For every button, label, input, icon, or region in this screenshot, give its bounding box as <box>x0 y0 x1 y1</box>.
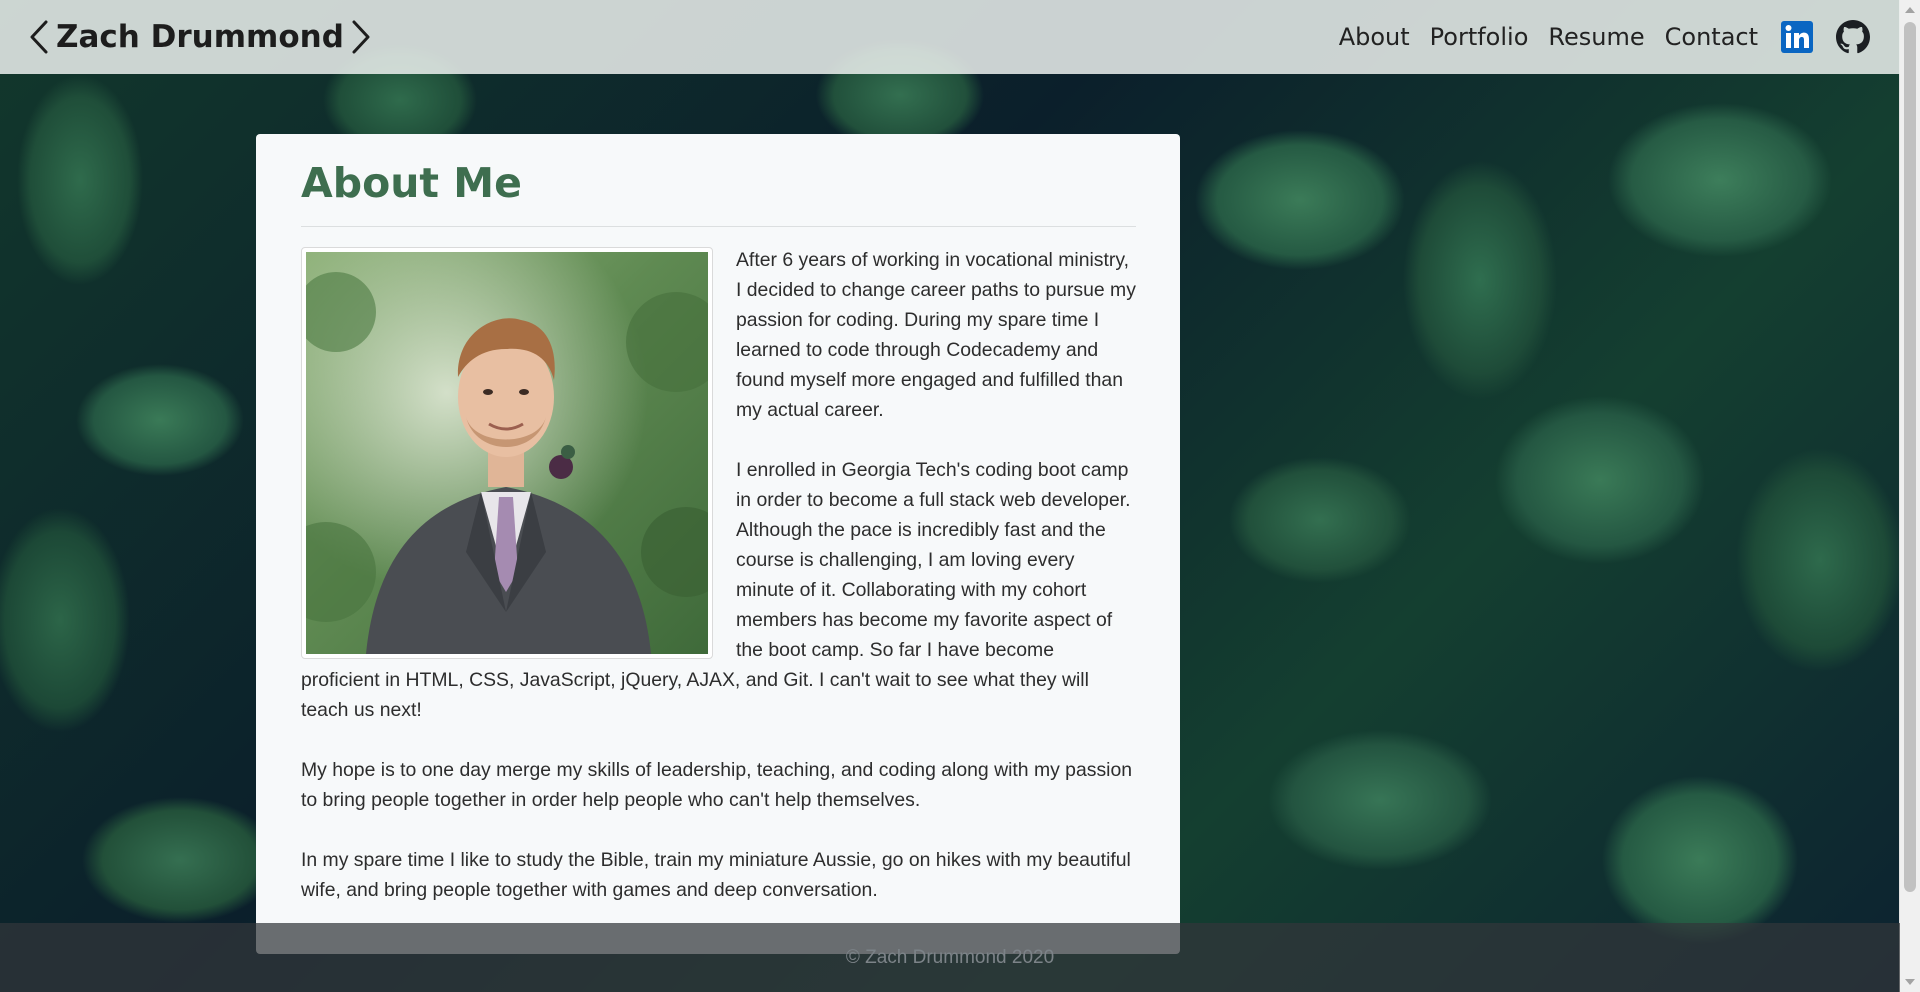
scroll-thumb[interactable] <box>1904 22 1916 892</box>
footer-copyright: © Zach Drummond 2020 <box>845 946 1055 968</box>
navbar: Zach Drummond About Portfolio Resume Con… <box>0 0 1900 74</box>
chevron-left-icon <box>30 20 48 54</box>
nav-about[interactable]: About <box>1339 23 1410 51</box>
about-paragraph-3: My hope is to one day merge my skills of… <box>301 759 1133 812</box>
profile-photo <box>276 247 731 660</box>
linkedin-icon <box>1781 21 1813 53</box>
portrait-illustration <box>276 252 731 655</box>
about-body: After 6 years of working in vocational m… <box>276 245 1136 905</box>
scroll-up-arrow-icon[interactable] <box>1905 7 1915 13</box>
about-paragraph-4: In my spare time I like to study the Bib… <box>301 849 1131 902</box>
about-card: About Me After 6 years of working in voc… <box>256 134 1180 954</box>
brand-name: Zach Drummond <box>56 19 344 55</box>
footer: © Zach Drummond 2020 <box>0 923 1900 992</box>
linkedin-link[interactable] <box>1780 20 1814 54</box>
nav-resume[interactable]: Resume <box>1548 23 1644 51</box>
page-title: About Me <box>301 159 522 207</box>
github-icon <box>1836 20 1870 54</box>
title-divider <box>301 226 1136 228</box>
nav-portfolio[interactable]: Portfolio <box>1430 23 1529 51</box>
github-link[interactable] <box>1836 20 1870 54</box>
nav-links: About Portfolio Resume Contact <box>1319 20 1870 54</box>
scroll-down-arrow-icon[interactable] <box>1905 979 1915 985</box>
brand-link[interactable]: Zach Drummond <box>28 19 372 55</box>
nav-contact[interactable]: Contact <box>1665 23 1758 51</box>
chevron-right-icon <box>352 20 370 54</box>
scrollbar[interactable] <box>1899 0 1920 992</box>
